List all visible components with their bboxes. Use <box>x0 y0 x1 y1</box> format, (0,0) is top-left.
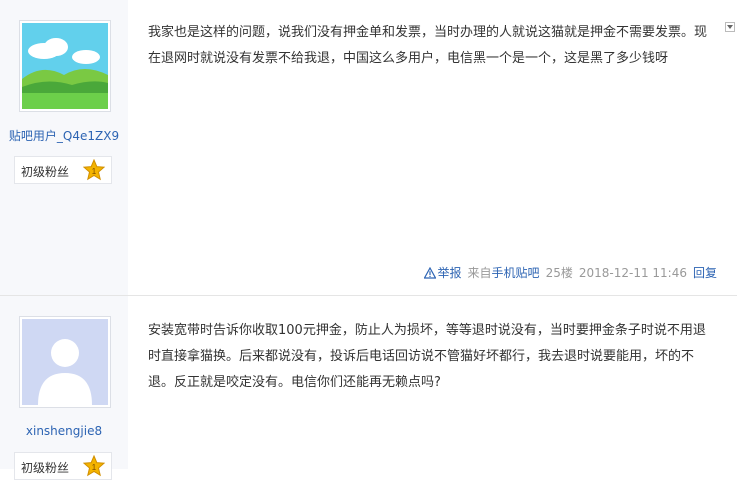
badge-label: 初级粉丝 <box>21 165 70 179</box>
dropdown-arrow-icon[interactable] <box>725 22 735 32</box>
post-time: 2018-12-11 11:46 <box>578 265 687 280</box>
report-label: 举报 <box>437 266 462 280</box>
fan-level-badge[interactable]: 初级粉丝 1 <box>14 452 112 480</box>
post-source: 来自手机贴吧 <box>468 264 540 281</box>
mobile-tieba-link[interactable]: 手机贴吧 <box>492 266 540 280</box>
post-meta: 举报 来自手机贴吧 25楼 2018-12-11 11:46 回复 <box>423 264 717 281</box>
source-prefix: 来自 <box>467 266 492 280</box>
author-sidebar: 贴吧用户_Q4e1ZX9 初级粉丝 1 <box>0 0 128 295</box>
author-sidebar: xinshengjie8 初级粉丝 1 <box>0 296 128 480</box>
fan-level-badge[interactable]: 初级粉丝 1 <box>14 156 112 184</box>
landscape-avatar-image <box>22 23 108 109</box>
badge-level-number: 1 <box>92 463 97 472</box>
post-floor-25: 贴吧用户_Q4e1ZX9 初级粉丝 1 我家也是这样的问题，说我们没有押金单和发… <box>0 0 737 295</box>
avatar[interactable] <box>19 20 111 112</box>
username-link[interactable]: xinshengjie8 <box>0 424 128 438</box>
username-link[interactable]: 贴吧用户_Q4e1ZX9 <box>0 127 128 144</box>
star-icon: 1 <box>83 455 105 477</box>
post-content: 安装宽带时告诉你收取100元押金，防止人为损坏，等等退时说没有，当时要押金条子时… <box>148 323 706 390</box>
badge-level-number: 1 <box>92 167 97 176</box>
avatar[interactable] <box>19 316 111 408</box>
warning-triangle-icon <box>423 266 436 279</box>
reply-link[interactable]: 回复 <box>693 264 717 281</box>
floor-number: 25楼 <box>545 266 573 280</box>
report-link[interactable]: 举报 <box>423 264 462 281</box>
default-user-avatar-image <box>22 319 108 405</box>
badge-label: 初级粉丝 <box>21 461 70 475</box>
post-next: xinshengjie8 初级粉丝 1 安装宽带时告诉你收取100元押金，防止人… <box>0 296 737 480</box>
post-content: 我家也是这样的问题，说我们没有押金单和发票，当时办理的人就说这猫就是押金不需要发… <box>148 25 708 66</box>
star-icon: 1 <box>83 159 105 181</box>
